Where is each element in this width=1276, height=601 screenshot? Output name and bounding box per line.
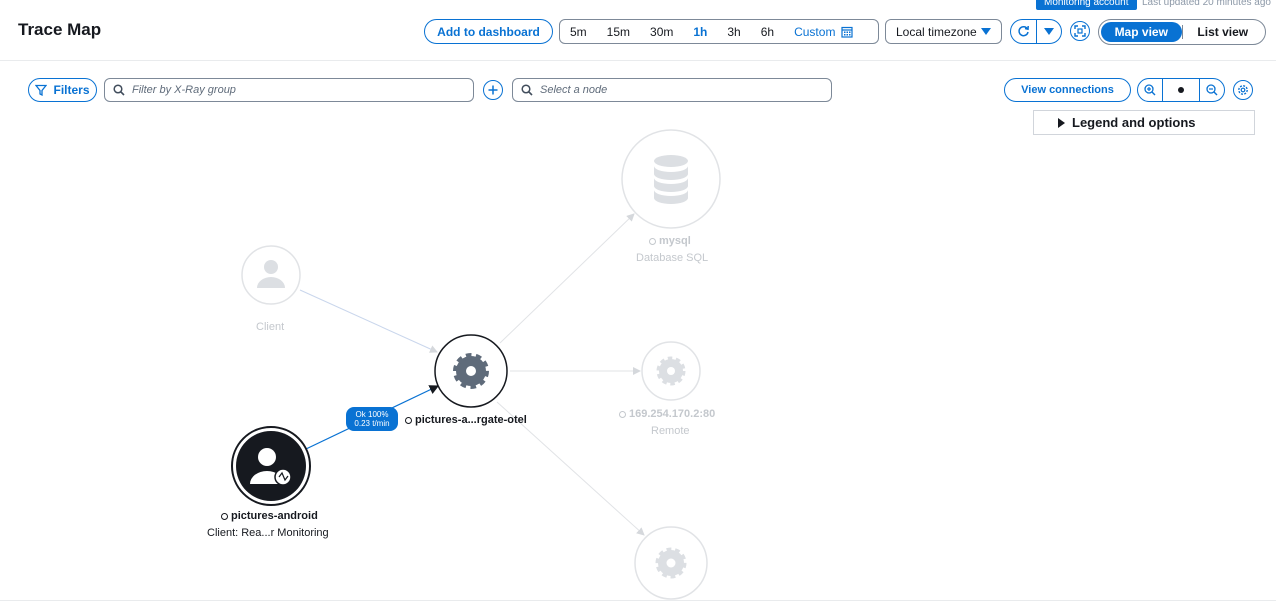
page-title: Trace Map <box>18 20 102 39</box>
time-range-30m[interactable]: 30m <box>640 20 683 43</box>
node-client[interactable] <box>241 245 301 305</box>
edge-stats-badge[interactable]: Ok 100% 0.23 t/min <box>346 407 398 431</box>
caret-right-icon <box>1058 117 1065 128</box>
last-updated-text: Last updated 20 minutes ago <box>1142 0 1271 8</box>
gear-icon <box>453 353 489 389</box>
time-range-3h[interactable]: 3h <box>717 20 750 43</box>
refresh-button[interactable] <box>1011 20 1037 43</box>
node-mysql-label: mysql <box>649 235 691 247</box>
node-service-label: pictures-a...rgate-otel <box>405 414 527 426</box>
top-bar: Monitoring account Last updated 20 minut… <box>0 0 1276 61</box>
filter-icon <box>35 84 48 96</box>
time-range-5m[interactable]: 5m <box>560 20 597 43</box>
edge-rate: 0.23 t/min <box>354 419 390 428</box>
time-range-selector: 5m 15m 30m 1h 3h 6h Custom <box>559 19 879 44</box>
view-connections-button[interactable]: View connections <box>1004 78 1131 102</box>
list-view-button[interactable]: List view <box>1183 22 1264 42</box>
node-mysql-type: Database SQL <box>636 252 709 264</box>
add-group-button[interactable] <box>483 80 503 100</box>
zoom-dot-icon <box>1178 87 1184 93</box>
map-view-button[interactable]: Map view <box>1101 22 1182 42</box>
search-icon <box>113 84 125 96</box>
edge-client-to-service <box>299 289 438 353</box>
timezone-select[interactable]: Local timezone <box>885 19 1002 44</box>
node-remote-type: Remote <box>651 425 690 437</box>
node-select-input[interactable]: Select a node <box>512 78 832 102</box>
edge-status: Ok 100% <box>355 410 389 419</box>
user-icon <box>257 260 285 288</box>
refresh-icon <box>1018 25 1029 37</box>
user-monitoring-icon <box>250 448 292 486</box>
status-dot-icon <box>619 410 626 418</box>
time-range-6h[interactable]: 6h <box>751 20 784 43</box>
monitoring-account-badge: Monitoring account <box>1036 0 1137 10</box>
timezone-value: Local timezone <box>896 24 977 39</box>
fullscreen-button[interactable] <box>1070 21 1090 41</box>
fullscreen-icon <box>1074 25 1086 37</box>
calendar-icon <box>841 26 854 38</box>
legend-options-label: Legend and options <box>1072 115 1196 130</box>
plus-icon <box>488 85 498 95</box>
caret-down-icon <box>1043 27 1054 35</box>
time-range-1h[interactable]: 1h <box>683 20 717 43</box>
zoom-out-button[interactable] <box>1200 79 1224 101</box>
zoom-in-icon <box>1144 84 1156 96</box>
gear-icon <box>656 356 686 386</box>
database-icon <box>654 155 688 204</box>
filters-label: Filters <box>53 83 90 97</box>
search-icon <box>521 84 533 96</box>
caret-down-icon <box>981 28 991 35</box>
legend-options-toggle[interactable]: Legend and options <box>1033 110 1255 135</box>
filters-button[interactable]: Filters <box>28 78 97 102</box>
node-bottom-service[interactable] <box>634 526 708 600</box>
xray-group-placeholder: Filter by X-Ray group <box>132 84 236 96</box>
node-android-name: pictures-android <box>231 510 318 522</box>
refresh-control <box>1010 19 1062 44</box>
map-settings-button[interactable] <box>1233 80 1253 100</box>
settings-icon <box>1238 85 1248 95</box>
add-to-dashboard-button[interactable]: Add to dashboard <box>424 19 553 44</box>
time-range-15m[interactable]: 15m <box>597 20 640 43</box>
node-select-placeholder: Select a node <box>540 84 608 96</box>
custom-label: Custom <box>794 24 836 39</box>
refresh-options-button[interactable] <box>1037 20 1062 43</box>
node-mysql-name: mysql <box>659 235 691 247</box>
node-remote-label: 169.254.170.2:80 <box>619 408 715 420</box>
status-dot-icon <box>649 237 656 245</box>
status-dot-icon <box>221 512 228 520</box>
zoom-control <box>1137 78 1225 102</box>
view-toggle: Map view List view <box>1098 19 1266 45</box>
node-service-name: pictures-a...rgate-otel <box>415 414 527 426</box>
gear-icon <box>655 547 687 579</box>
node-mysql[interactable] <box>621 129 721 229</box>
node-android-label: pictures-android <box>221 510 318 522</box>
node-remote-name: 169.254.170.2:80 <box>629 408 716 420</box>
status-dot-icon <box>405 416 412 424</box>
zoom-in-button[interactable] <box>1138 79 1163 101</box>
node-pictures-service[interactable] <box>434 334 508 408</box>
xray-group-filter-input[interactable]: Filter by X-Ray group <box>104 78 474 102</box>
zoom-reset-button[interactable] <box>1163 79 1200 101</box>
node-pictures-android[interactable] <box>231 426 311 506</box>
edge-service-to-mysql <box>499 213 635 344</box>
zoom-out-icon <box>1206 84 1218 96</box>
node-client-type: Client <box>256 321 285 333</box>
node-remote[interactable] <box>641 341 701 401</box>
node-android-type: Client: Rea...r Monitoring <box>207 527 329 539</box>
time-range-custom[interactable]: Custom <box>784 20 857 43</box>
